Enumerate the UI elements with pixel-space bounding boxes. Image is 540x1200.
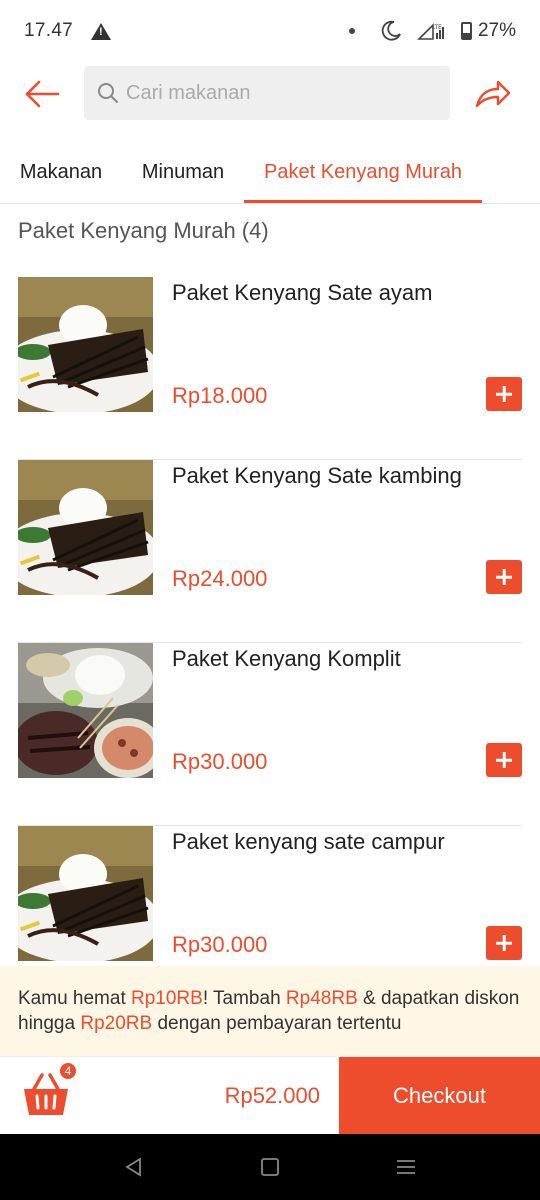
battery-icon bbox=[460, 22, 472, 40]
share-icon bbox=[475, 80, 511, 108]
promo-discount: Rp20RB bbox=[80, 1013, 153, 1034]
cart-count-badge: 4 bbox=[58, 1061, 78, 1081]
share-button[interactable] bbox=[472, 74, 512, 114]
system-nav-bar bbox=[0, 1134, 540, 1200]
item-name: Paket Kenyang Sate ayam bbox=[172, 280, 433, 305]
nav-back-icon bbox=[125, 1157, 141, 1177]
status-right: LTE 27% bbox=[348, 19, 516, 43]
food-photo-sate-ayam bbox=[18, 277, 153, 412]
item-price: Rp18.000 bbox=[172, 383, 268, 408]
svg-text:LTE: LTE bbox=[432, 24, 442, 31]
search-input[interactable] bbox=[126, 81, 426, 105]
add-button[interactable] bbox=[486, 743, 522, 777]
promo-add-amount: Rp48RB bbox=[285, 988, 358, 1009]
item-name: Paket kenyang sate campur bbox=[172, 829, 445, 854]
tab-makanan[interactable]: Makanan bbox=[18, 142, 104, 203]
promo-text-2: ! Tambah bbox=[202, 988, 286, 1009]
status-time: 17.47 bbox=[24, 20, 74, 41]
nav-menu-icon bbox=[397, 1160, 415, 1174]
menu-item[interactable]: Paket Kenyang Komplit Rp30.000 bbox=[18, 643, 522, 826]
item-price: Rp24.000 bbox=[172, 566, 268, 591]
back-button[interactable] bbox=[22, 74, 62, 114]
promo-savings: Rp10RB bbox=[131, 988, 203, 1009]
search-box[interactable] bbox=[84, 66, 450, 120]
add-button[interactable] bbox=[486, 926, 522, 960]
cart-bar: 4 Rp52.000 Checkout bbox=[0, 1056, 540, 1135]
item-price: Rp30.000 bbox=[172, 749, 268, 774]
item-name: Paket Kenyang Komplit bbox=[172, 646, 401, 671]
promo-text-1: Kamu hemat bbox=[18, 988, 131, 1009]
category-tabs: Makanan Minuman Paket Kenyang Murah bbox=[0, 142, 540, 204]
cart-total: Rp52.000 bbox=[224, 1083, 320, 1108]
nav-menu-button[interactable] bbox=[394, 1155, 418, 1179]
add-button[interactable] bbox=[486, 560, 522, 594]
promo-text-4: dengan pembayaran tertentu bbox=[152, 1013, 402, 1034]
moon-icon bbox=[381, 20, 401, 41]
search-icon bbox=[98, 83, 118, 103]
item-price: Rp30.000 bbox=[172, 932, 268, 957]
add-button[interactable] bbox=[486, 377, 522, 411]
notification-dot-icon bbox=[348, 28, 355, 34]
tab-minuman[interactable]: Minuman bbox=[138, 142, 228, 203]
food-photo-sate-campur bbox=[18, 826, 153, 961]
tab-paket-kenyang-murah[interactable]: Paket Kenyang Murah bbox=[244, 142, 482, 203]
checkout-button[interactable]: Checkout bbox=[339, 1057, 540, 1135]
menu-item[interactable]: Paket Kenyang Sate ayam Rp18.000 bbox=[18, 277, 522, 460]
food-photo-sate-kambing bbox=[18, 460, 153, 595]
app-header bbox=[0, 62, 540, 124]
menu-item[interactable]: Paket Kenyang Sate kambing Rp24.000 bbox=[18, 460, 522, 643]
food-photo-komplit bbox=[18, 643, 153, 778]
nav-home-button[interactable] bbox=[258, 1155, 282, 1179]
signal-icon: LTE bbox=[417, 23, 444, 40]
nav-back-button[interactable] bbox=[122, 1155, 146, 1179]
promo-banner: Kamu hemat Rp10RB! Tambah Rp48RB & dapat… bbox=[0, 966, 540, 1056]
back-arrow-icon bbox=[25, 80, 60, 108]
battery-percent: 27% bbox=[477, 20, 516, 41]
item-name: Paket Kenyang Sate kambing bbox=[172, 463, 462, 488]
section-title: Paket Kenyang Murah (4) bbox=[18, 218, 269, 243]
status-bar: 17.47 LTE 27% bbox=[0, 0, 540, 62]
warning-icon bbox=[91, 22, 112, 40]
nav-home-icon bbox=[261, 1158, 279, 1176]
